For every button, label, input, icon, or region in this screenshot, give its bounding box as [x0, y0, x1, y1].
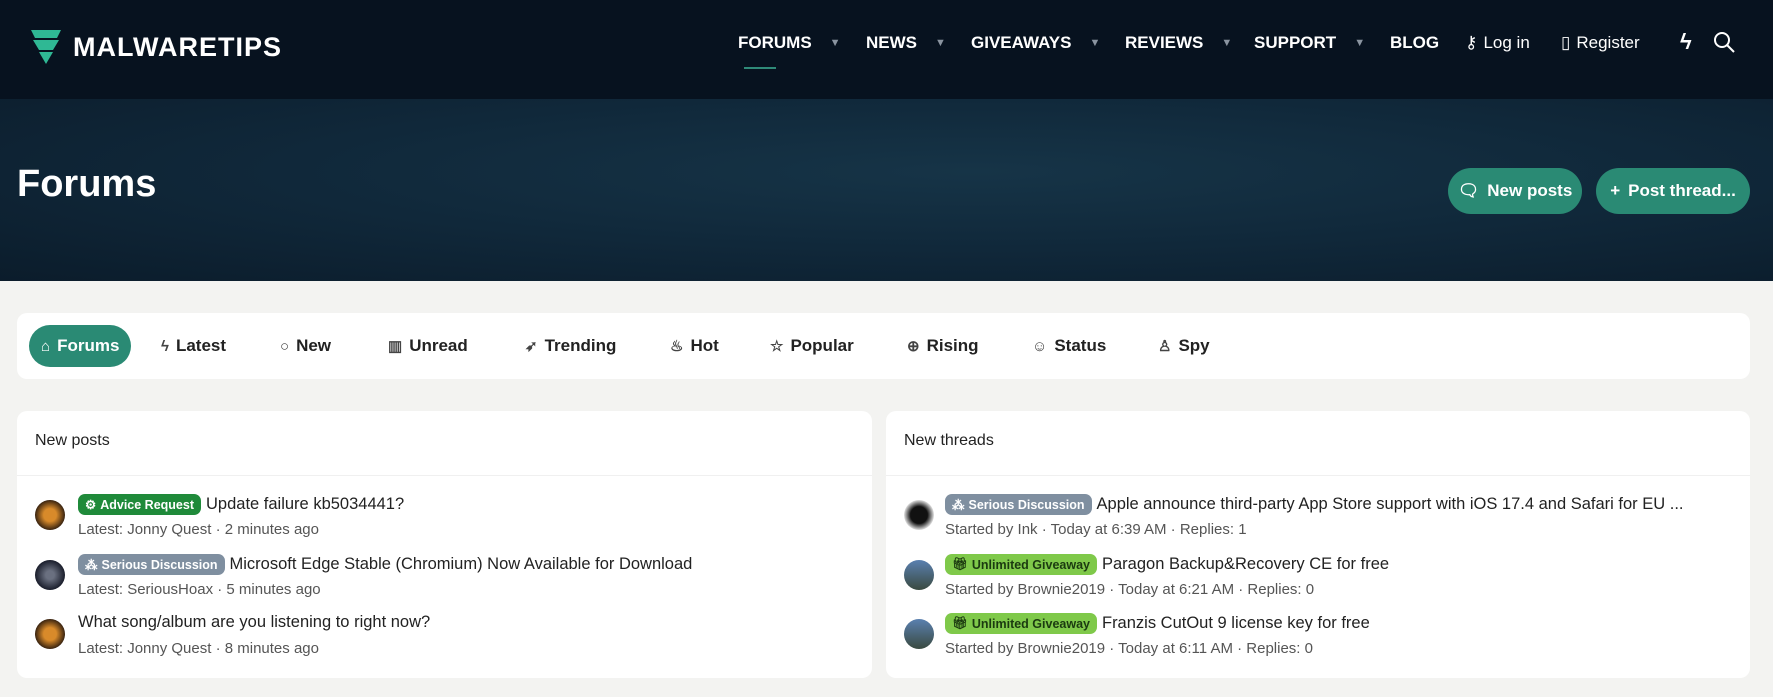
- thread-title-link[interactable]: ⚙ Advice Request Update failure kb5034441?: [78, 494, 404, 515]
- site-logo[interactable]: MALWARETIPS: [29, 28, 282, 66]
- thread-meta: Started by Brownie2019 · Today at 6:21 A…: [945, 581, 1315, 598]
- bolt-icon[interactable]: ϟ: [1680, 29, 1692, 55]
- prefix-badge: 🎁︎ Unlimited Giveaway: [945, 613, 1097, 634]
- thread-meta: Started by Ink · Today at 6:39 AM · Repl…: [945, 521, 1247, 538]
- panel-heading: New posts: [35, 432, 110, 449]
- post-meta: Latest: Jonny Quest · 2 minutes ago: [78, 521, 319, 538]
- avatar[interactable]: [904, 619, 934, 649]
- thread-title-link[interactable]: What song/album are you listening to rig…: [78, 613, 430, 632]
- avatar[interactable]: [35, 560, 65, 590]
- tab-unread[interactable]: ▥ Unread: [388, 325, 468, 367]
- nav-reviews[interactable]: REVIEWS ▼: [1125, 33, 1232, 53]
- tab-spy[interactable]: ♙ Spy: [1158, 325, 1210, 367]
- circle-icon: ○: [280, 337, 290, 355]
- nav-blog[interactable]: BLOG: [1390, 33, 1439, 53]
- logo-icon: [31, 30, 61, 64]
- smile-icon: ☺: [1032, 337, 1048, 355]
- list-item: ⁂ Serious Discussion Microsoft Edge Stable…: [17, 554, 872, 608]
- divider: [17, 475, 872, 476]
- list-item: ⚙ Advice Request Update failure kb5034441?…: [17, 494, 872, 548]
- rocket-icon: ➶: [525, 338, 538, 355]
- thread-title-link[interactable]: ⁂ Serious Discussion Apple announce third-…: [945, 494, 1684, 515]
- list-item: 🎁︎ Unlimited Giveaway Franzis CutOut 9 lic…: [886, 613, 1750, 667]
- list-item: What song/album are you listening to rig…: [17, 613, 872, 667]
- tab-status[interactable]: ☺ Status: [1032, 325, 1106, 367]
- chevron-down-icon[interactable]: ▼: [830, 37, 841, 49]
- chevron-down-icon[interactable]: ▼: [935, 37, 946, 49]
- advice-icon: ⚙: [85, 498, 97, 512]
- chevron-down-icon[interactable]: ▼: [1354, 37, 1365, 49]
- prefix-badge: ⁂ Serious Discussion: [945, 494, 1092, 515]
- new-posts-panel: New posts ⚙ Advice Request Update failure …: [17, 411, 872, 678]
- nav-giveaways[interactable]: GIVEAWAYS ▼: [971, 33, 1100, 53]
- register-link[interactable]: ▯ Register: [1561, 33, 1640, 53]
- gift-icon: 🎁︎: [952, 557, 968, 571]
- chevron-down-icon[interactable]: ▼: [1221, 37, 1232, 49]
- bolt-icon: ϟ: [161, 337, 169, 355]
- divider: [886, 475, 1750, 476]
- logo-text: MALWARETIPS: [73, 31, 283, 62]
- new-posts-button[interactable]: 🗨 New posts: [1448, 168, 1582, 214]
- fire-icon: ♨: [670, 338, 684, 355]
- search-icon[interactable]: [1712, 30, 1736, 54]
- spy-icon: ♙: [1158, 338, 1172, 355]
- page-banner: Forums 🗨 New posts + Post thread...: [0, 99, 1773, 281]
- clipboard-icon: ▯: [1561, 33, 1571, 52]
- avatar[interactable]: [904, 500, 934, 530]
- post-thread-button[interactable]: + Post thread...: [1596, 168, 1750, 214]
- arrow-up-circle-icon: ⊕: [907, 338, 920, 355]
- login-link[interactable]: ⚷ Log in: [1465, 33, 1530, 53]
- group-icon: ⁂: [85, 558, 98, 572]
- tab-latest[interactable]: ϟ Latest: [161, 325, 226, 367]
- tab-popular[interactable]: ☆ Popular: [770, 325, 854, 367]
- post-meta: Latest: SeriousHoax · 5 minutes ago: [78, 581, 321, 598]
- thread-title-link[interactable]: 🎁︎ Unlimited Giveaway Franzis CutOut 9 lic…: [945, 613, 1370, 634]
- thread-title-link[interactable]: ⁂ Serious Discussion Microsoft Edge Stable…: [78, 554, 692, 575]
- avatar[interactable]: [35, 619, 65, 649]
- tab-hot[interactable]: ♨ Hot: [670, 325, 719, 367]
- star-icon: ☆: [770, 338, 784, 355]
- nav-forums[interactable]: FORUMS ▼: [738, 33, 841, 53]
- books-icon: ▥: [388, 338, 403, 355]
- prefix-badge: ⚙ Advice Request: [78, 494, 201, 515]
- prefix-badge: ⁂ Serious Discussion: [78, 554, 225, 575]
- chevron-down-icon[interactable]: ▼: [1089, 37, 1100, 49]
- list-item: ⁂ Serious Discussion Apple announce third-…: [886, 494, 1750, 548]
- group-icon: ⁂: [952, 498, 965, 512]
- nav-news[interactable]: NEWS ▼: [866, 33, 946, 53]
- active-indicator: [744, 67, 776, 69]
- chat-icon: 🗨: [1457, 181, 1480, 200]
- tab-trending[interactable]: ➶ Trending: [525, 325, 616, 367]
- tab-rising[interactable]: ⊕ Rising: [907, 325, 979, 367]
- post-meta: Latest: Jonny Quest · 8 minutes ago: [78, 640, 319, 657]
- list-item: 🎁︎ Unlimited Giveaway Paragon Backup&Recov…: [886, 554, 1750, 608]
- thread-meta: Started by Brownie2019 · Today at 6:11 A…: [945, 640, 1313, 657]
- page-title: Forums: [17, 163, 157, 205]
- key-icon: ⚷: [1465, 33, 1478, 52]
- thread-title-link[interactable]: 🎁︎ Unlimited Giveaway Paragon Backup&Recov…: [945, 554, 1389, 575]
- panel-heading: New threads: [904, 432, 994, 449]
- home-icon: ⌂: [41, 337, 51, 355]
- gift-icon: 🎁︎: [952, 616, 968, 630]
- top-navigation: MALWARETIPS FORUMS ▼ NEWS ▼ GIVEAWAYS ▼ REV…: [0, 0, 1773, 99]
- tab-new[interactable]: ○ New: [280, 325, 331, 367]
- plus-icon: +: [1610, 181, 1621, 200]
- avatar[interactable]: [904, 560, 934, 590]
- new-threads-panel: New threads ⁂ Serious Discussion Apple ann…: [886, 411, 1750, 678]
- avatar[interactable]: [35, 500, 65, 530]
- tab-forums[interactable]: ⌂ Forums: [29, 325, 132, 367]
- prefix-badge: 🎁︎ Unlimited Giveaway: [945, 554, 1097, 575]
- nav-support[interactable]: SUPPORT ▼: [1254, 33, 1365, 53]
- filter-tabs: ⌂ Forums ϟ Latest ○ New ▥ Unread ➶ Trending ♨…: [17, 313, 1750, 379]
